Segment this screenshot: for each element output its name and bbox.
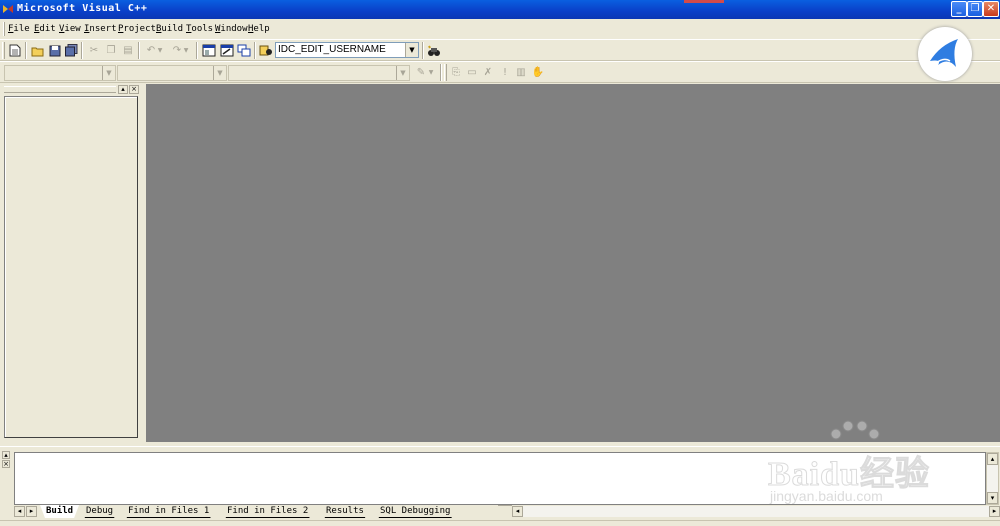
close-button[interactable]: ✕ [983,1,999,17]
toolbar-separator [440,64,442,81]
menu-insert[interactable]: Insert [84,24,117,34]
bird-logo [918,27,972,81]
build-icon[interactable]: ▭ [464,65,480,80]
visual-cpp-app-icon[interactable] [2,3,14,15]
scroll-left-arrow-icon[interactable]: ◂ [512,506,523,517]
filter-combo[interactable]: ▼ [117,65,227,81]
toolbar-separator [422,42,424,59]
output-close-icon[interactable]: × [2,460,10,468]
output-window-icon[interactable] [219,43,235,58]
paw-icon [830,420,880,440]
title-bar[interactable]: Microsoft Visual C++ _ ❐ ✕ [0,0,1000,19]
menu-file[interactable]: File [8,24,30,34]
tab-debug[interactable]: Debug [80,505,119,518]
toolbar-grip[interactable] [2,42,5,59]
open-folder-icon[interactable] [30,43,46,58]
output-side-buttons: ▴ × [2,451,11,469]
scroll-up-arrow-icon[interactable]: ▴ [987,453,998,465]
tab-scroll-left-icon[interactable]: ◂ [14,506,25,517]
toolbar-grip[interactable] [444,64,447,81]
toolbar-separator [25,42,27,59]
menu-project[interactable]: Project [118,24,156,34]
title-highlight-marker [684,0,724,3]
tab-scroll-right-icon[interactable]: ▸ [26,506,37,517]
breakpoint-hand-icon[interactable]: ✋ [530,65,546,80]
window-list-icon[interactable] [236,43,252,58]
save-icon[interactable] [47,43,63,58]
toolbar-separator [138,42,140,59]
visual-cpp-window: Microsoft Visual C++ _ ❐ ✕ File Edit Vie… [0,0,1000,526]
scroll-down-arrow-icon[interactable]: ▾ [987,492,998,504]
tab-strip-divider [498,505,512,518]
undo-dropdown-arrow-icon[interactable]: ▼ [155,43,165,58]
wizard-dropdown-arrow-icon[interactable]: ▼ [426,65,436,80]
tab-build[interactable]: Build [40,505,79,518]
copy-icon[interactable]: ❐ [103,43,119,58]
resource-id-combo[interactable]: IDC_EDIT_USERNAME ▼ [275,42,419,58]
workspace-pin-icon[interactable]: ▴ [118,85,128,94]
paste-icon[interactable]: ▤ [120,43,136,58]
go-icon[interactable]: ▥ [513,65,529,80]
find-binoculars-icon[interactable] [426,43,442,58]
members-combo[interactable]: ▼ [228,65,410,81]
execute-icon[interactable]: ! [497,65,513,80]
restore-button[interactable]: ❐ [967,1,983,17]
standard-toolbar: ✂ ❐ ▤ ↶ ▼ ↷ ▼ IDC_EDIT_USERNAME ▼ [0,39,1000,61]
resource-id-value: IDC_EDIT_USERNAME [278,44,386,55]
combo-dropdown-arrow-icon[interactable]: ▼ [102,66,115,80]
workspace-grip[interactable] [4,86,116,93]
workspace-tree[interactable] [4,96,138,438]
window-title: Microsoft Visual C++ [17,3,148,14]
editor-mdi-area[interactable] [146,84,1000,442]
toolbar-separator [196,42,198,59]
class-combo[interactable]: ▼ [4,65,116,81]
combo-dropdown-arrow-icon[interactable]: ▼ [213,66,226,80]
cut-icon[interactable]: ✂ [86,43,102,58]
workspace-close-icon[interactable]: × [129,85,139,94]
workspace-window-icon[interactable] [201,43,217,58]
menu-bar: File Edit View Insert Project Build Tool… [0,19,1000,39]
menubar-grip[interactable] [3,22,5,36]
new-file-icon[interactable] [7,43,23,58]
tab-sql-debugging[interactable]: SQL Debugging [374,505,456,518]
minimize-button[interactable]: _ [951,1,967,17]
watermark-sub-text: jingyan.baidu.com [770,488,883,504]
workspace-pane: ▴ × [0,84,146,442]
menu-tools[interactable]: Tools [186,24,213,34]
tab-find-in-files-2[interactable]: Find in Files 2 [221,505,314,518]
menu-window[interactable]: Window [215,24,248,34]
wizard-toolbar: ▼ ▼ ▼ ✎ ▼ ⎘ ▭ ✗ ! ▥ ✋ [0,61,1000,83]
baidu-watermark: Baidu经验 jingyan.baidu.com [768,418,948,508]
status-bar [0,520,1000,526]
scroll-right-arrow-icon[interactable]: ▸ [989,506,1000,517]
output-pin-icon[interactable]: ▴ [2,451,10,459]
menu-help[interactable]: Help [248,24,270,34]
menu-build[interactable]: Build [156,24,183,34]
menu-edit[interactable]: Edit [34,24,56,34]
tab-find-in-files-1[interactable]: Find in Files 1 [122,505,215,518]
stop-build-icon[interactable]: ✗ [480,65,496,80]
combo-dropdown-arrow-icon[interactable]: ▼ [405,43,418,57]
toolbar-separator [81,42,83,59]
toolbar-separator [254,42,256,59]
find-in-files-icon[interactable] [258,43,274,58]
output-vertical-scrollbar[interactable]: ▴ ▾ [986,452,999,505]
tab-results[interactable]: Results [320,505,370,518]
compile-icon[interactable]: ⎘ [448,65,464,80]
menu-view[interactable]: View [59,24,81,34]
save-all-icon[interactable] [63,43,79,58]
redo-dropdown-arrow-icon[interactable]: ▼ [181,43,191,58]
combo-dropdown-arrow-icon[interactable]: ▼ [396,66,409,80]
